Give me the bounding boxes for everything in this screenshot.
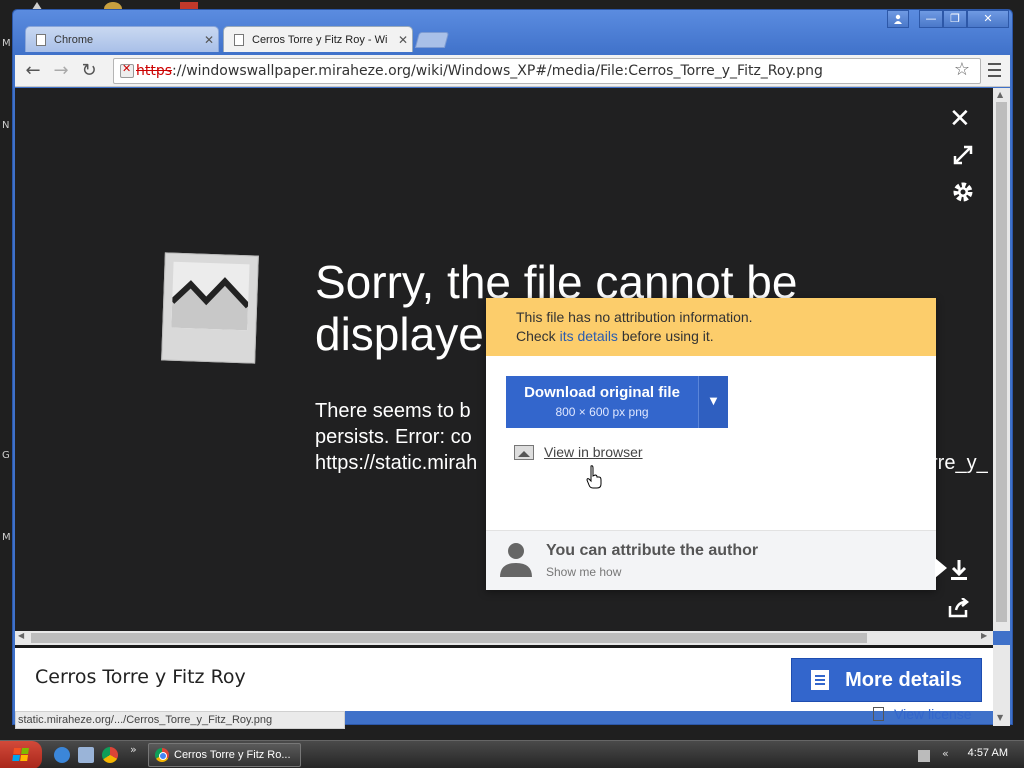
close-window-button[interactable]: ✕ — [967, 10, 1009, 28]
download-original-button[interactable]: Download original file 800 × 600 px png — [506, 376, 698, 428]
attribute-author-section[interactable]: You can attribute the author Show me how — [486, 530, 936, 590]
close-icon[interactable]: ✕ — [949, 104, 971, 134]
tab-cerros-torre[interactable]: Cerros Torre y Fitz Roy - Wi ✕ — [223, 26, 413, 52]
clock[interactable]: 4:57 AM — [968, 747, 1008, 759]
minimize-button[interactable]: — — [919, 10, 943, 28]
forward-button[interactable]: → — [49, 59, 73, 83]
hand-cursor-icon — [586, 465, 602, 489]
tab-label: Chrome — [54, 33, 94, 46]
windows-logo-icon — [12, 748, 29, 761]
close-icon[interactable]: ✕ — [200, 33, 218, 47]
document-icon — [811, 670, 830, 690]
tab-label: Cerros Torre y Fitz Roy - Wi — [252, 33, 388, 46]
person-icon — [894, 14, 902, 24]
media-viewer: ✕ Sorry, the file cannot be displaye The… — [15, 88, 993, 631]
toolbar: ← → ↻ https ://windowswallpaper.miraheze… — [15, 55, 1010, 87]
desktop-icon-label: G — [2, 450, 10, 461]
file-title: Cerros Torre y Fitz Roy — [35, 666, 246, 688]
gear-icon[interactable] — [951, 180, 975, 204]
view-license-link[interactable]: View license — [873, 706, 972, 722]
close-icon[interactable]: ✕ — [394, 33, 412, 47]
download-options-dropdown[interactable]: ▼ — [698, 376, 728, 428]
broken-image-icon — [161, 252, 259, 364]
person-icon — [500, 543, 532, 577]
vertical-scrollbar[interactable]: ▼ — [993, 645, 1010, 726]
bookmark-star-icon[interactable]: ☆ — [954, 59, 970, 80]
download-icon[interactable] — [947, 558, 971, 587]
reload-button[interactable]: ↻ — [77, 59, 101, 83]
scrollbar-thumb[interactable] — [31, 633, 867, 643]
browser-window: Chrome ✕ Cerros Torre y Fitz Roy - Wi ✕ … — [12, 9, 1013, 729]
url-scheme: https — [136, 63, 173, 79]
expand-icon[interactable] — [951, 144, 975, 168]
show-me-how-link[interactable]: Show me how — [546, 565, 621, 579]
image-icon — [514, 444, 534, 460]
chrome-icon[interactable] — [102, 747, 118, 763]
url-text: ://windowswallpaper.miraheze.org/wiki/Wi… — [172, 63, 823, 79]
address-bar[interactable]: https ://windowswallpaper.miraheze.org/w… — [113, 58, 981, 84]
maximize-button[interactable]: ❐ — [943, 10, 967, 28]
desktop-icon-label: M — [2, 38, 11, 49]
start-button[interactable] — [0, 741, 42, 768]
page-icon — [234, 33, 244, 46]
title-bar: Chrome ✕ Cerros Torre y Fitz Roy - Wi ✕ … — [13, 10, 1012, 56]
tab-chrome[interactable]: Chrome ✕ — [25, 26, 219, 52]
keyboard-icon[interactable] — [918, 750, 930, 762]
error-message: There seems to b persists. Error: co htt… — [315, 400, 478, 474]
download-popup: This file has no attribution information… — [486, 298, 936, 590]
page-icon — [36, 33, 46, 46]
scroll-right-arrow[interactable]: ▶ — [981, 631, 987, 640]
scroll-up-arrow[interactable]: ▲ — [997, 90, 1003, 99]
new-tab-button[interactable] — [414, 32, 450, 48]
share-icon[interactable] — [947, 597, 971, 623]
desktop-icon-label: N — [2, 120, 10, 131]
chrome-menu-button[interactable] — [982, 59, 1006, 83]
view-in-browser-link[interactable]: View in browser — [514, 444, 643, 460]
internet-explorer-icon[interactable] — [54, 747, 70, 763]
desktop-icon-label: M — [2, 532, 11, 543]
vertical-scrollbar[interactable]: ▲ — [993, 88, 1010, 631]
insecure-lock-icon[interactable] — [120, 62, 134, 78]
details-link[interactable]: its details — [560, 328, 618, 344]
chrome-icon — [155, 748, 169, 762]
license-icon — [873, 707, 884, 721]
status-bar: static.miraheze.org/.../Cerros_Torre_y_F… — [15, 711, 345, 729]
show-desktop-icon[interactable] — [78, 747, 94, 763]
error-url-overflow: rre_y_ — [931, 452, 988, 474]
attribution-warning: This file has no attribution information… — [486, 298, 936, 356]
scroll-down-arrow[interactable]: ▼ — [997, 713, 1003, 722]
scrollbar-thumb[interactable] — [996, 102, 1007, 622]
more-details-button[interactable]: More details — [791, 658, 982, 702]
file-info-bar: Cerros Torre y Fitz Roy More details — [15, 645, 993, 711]
scroll-left-arrow[interactable]: ◀ — [18, 631, 24, 640]
quicklaunch-expand-icon[interactable]: » — [130, 743, 137, 756]
back-button[interactable]: ← — [21, 59, 45, 83]
horizontal-scrollbar[interactable]: ◀ ▶ — [15, 631, 993, 645]
tray-expand-icon[interactable]: « — [942, 747, 949, 760]
profile-button[interactable] — [887, 10, 909, 28]
taskbar-window-button[interactable]: Cerros Torre y Fitz Ro... — [148, 743, 301, 767]
taskbar: » Cerros Torre y Fitz Ro... « 4:57 AM — [0, 740, 1024, 768]
